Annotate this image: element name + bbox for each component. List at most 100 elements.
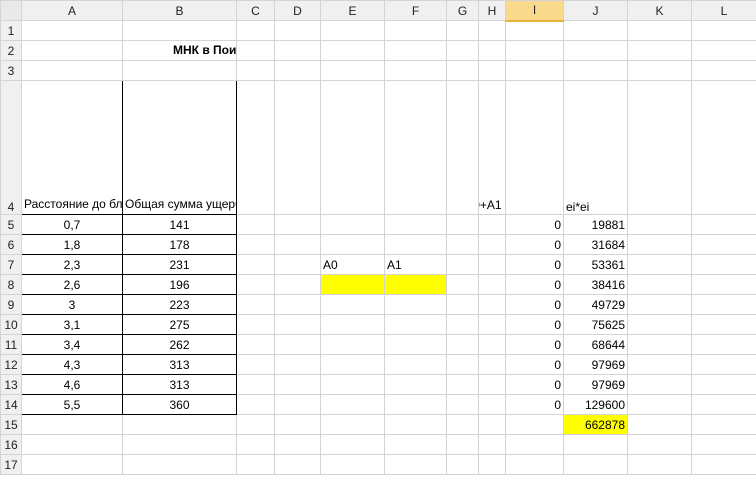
cell[interactable] [320, 294, 385, 315]
yi-value-cell[interactable]: 0 [505, 334, 564, 355]
cell[interactable] [627, 334, 692, 355]
cell[interactable] [446, 414, 479, 435]
cell[interactable] [691, 354, 756, 375]
y-value-cell[interactable]: 196 [122, 274, 237, 295]
cell[interactable] [446, 20, 479, 41]
cell[interactable] [627, 20, 692, 41]
cell[interactable] [236, 234, 275, 255]
cell[interactable] [563, 454, 628, 475]
cell[interactable] [320, 314, 385, 335]
y-value-cell[interactable]: 360 [122, 394, 237, 415]
row-header[interactable]: 4 [0, 80, 22, 215]
cell[interactable] [274, 454, 321, 475]
cell[interactable] [384, 40, 447, 61]
column-header-j[interactable]: J [563, 0, 628, 21]
cell[interactable] [627, 434, 692, 455]
y-value-cell[interactable]: 262 [122, 334, 237, 355]
cell[interactable] [691, 434, 756, 455]
header-x-cell[interactable]: Расстояние до ближайшей пожарной станции… [21, 80, 123, 215]
row-header[interactable]: 5 [0, 214, 22, 235]
cell[interactable] [320, 234, 385, 255]
cell[interactable] [446, 294, 479, 315]
ei-squared-cell[interactable]: 97969 [563, 374, 628, 395]
cell[interactable] [320, 434, 385, 455]
cell[interactable] [627, 394, 692, 415]
cell[interactable] [384, 394, 447, 415]
total-sse-cell[interactable]: 662878 [563, 414, 628, 435]
ei-squared-cell[interactable]: 19881 [563, 214, 628, 235]
yi-value-cell[interactable]: 0 [505, 374, 564, 395]
cell[interactable] [627, 414, 692, 435]
cell[interactable] [505, 80, 564, 215]
y-value-cell[interactable]: 231 [122, 254, 237, 275]
y-value-cell[interactable]: 313 [122, 354, 237, 375]
select-all-corner[interactable] [0, 0, 22, 21]
x-value-cell[interactable]: 4,3 [21, 354, 123, 375]
cell[interactable] [384, 414, 447, 435]
ei-squared-cell[interactable]: 97969 [563, 354, 628, 375]
cell[interactable] [505, 434, 564, 455]
cell[interactable] [236, 20, 275, 41]
cell[interactable] [320, 334, 385, 355]
cell[interactable] [446, 434, 479, 455]
cell[interactable] [21, 40, 123, 61]
cell[interactable] [446, 334, 479, 355]
cell[interactable] [320, 454, 385, 475]
cell[interactable] [236, 60, 275, 81]
y-value-cell[interactable]: 223 [122, 294, 237, 315]
cell[interactable] [384, 60, 447, 81]
x-value-cell[interactable]: 3,4 [21, 334, 123, 355]
column-header-g[interactable]: G [446, 0, 479, 21]
row-header[interactable]: 12 [0, 354, 22, 375]
cell[interactable] [384, 434, 447, 455]
title-cell[interactable]: МНК в Поиске решений [122, 40, 237, 61]
yi-value-cell[interactable]: 0 [505, 354, 564, 375]
cell[interactable] [320, 20, 385, 41]
cell[interactable] [236, 394, 275, 415]
row-header[interactable]: 15 [0, 414, 22, 435]
cell[interactable] [627, 80, 692, 215]
cell[interactable] [478, 274, 506, 295]
header-ei-cell[interactable]: ei*ei [563, 80, 628, 215]
column-header-d[interactable]: D [274, 0, 321, 21]
cell[interactable] [320, 80, 385, 215]
cell[interactable] [691, 20, 756, 41]
row-header[interactable]: 7 [0, 254, 22, 275]
x-value-cell[interactable]: 3 [21, 294, 123, 315]
a0-label-cell[interactable]: A0 [320, 254, 385, 275]
cell[interactable] [122, 454, 237, 475]
cell[interactable] [446, 454, 479, 475]
cell[interactable] [446, 274, 479, 295]
row-header[interactable]: 6 [0, 234, 22, 255]
cell[interactable] [563, 20, 628, 41]
ei-squared-cell[interactable]: 53361 [563, 254, 628, 275]
cell[interactable] [691, 214, 756, 235]
cell[interactable] [274, 354, 321, 375]
cell[interactable] [478, 60, 506, 81]
cell[interactable] [274, 60, 321, 81]
cell[interactable] [384, 454, 447, 475]
row-header[interactable]: 13 [0, 374, 22, 395]
cell[interactable] [274, 274, 321, 295]
cell[interactable] [274, 80, 321, 215]
a0-value-cell[interactable] [320, 274, 385, 295]
cell[interactable] [627, 314, 692, 335]
column-header-f[interactable]: F [384, 0, 447, 21]
cell[interactable] [320, 354, 385, 375]
yi-value-cell[interactable]: 0 [505, 274, 564, 295]
cell[interactable] [478, 254, 506, 275]
cell[interactable] [236, 374, 275, 395]
row-header[interactable]: 10 [0, 314, 22, 335]
cell[interactable] [478, 434, 506, 455]
cell[interactable] [274, 40, 321, 61]
x-value-cell[interactable]: 0,7 [21, 214, 123, 235]
cell[interactable] [563, 434, 628, 455]
cell[interactable] [320, 414, 385, 435]
cell[interactable] [274, 374, 321, 395]
cell[interactable] [236, 80, 275, 215]
cell[interactable] [384, 234, 447, 255]
cell[interactable] [236, 40, 275, 61]
yi-value-cell[interactable]: 0 [505, 394, 564, 415]
cell[interactable] [478, 20, 506, 41]
x-value-cell[interactable]: 1,8 [21, 234, 123, 255]
